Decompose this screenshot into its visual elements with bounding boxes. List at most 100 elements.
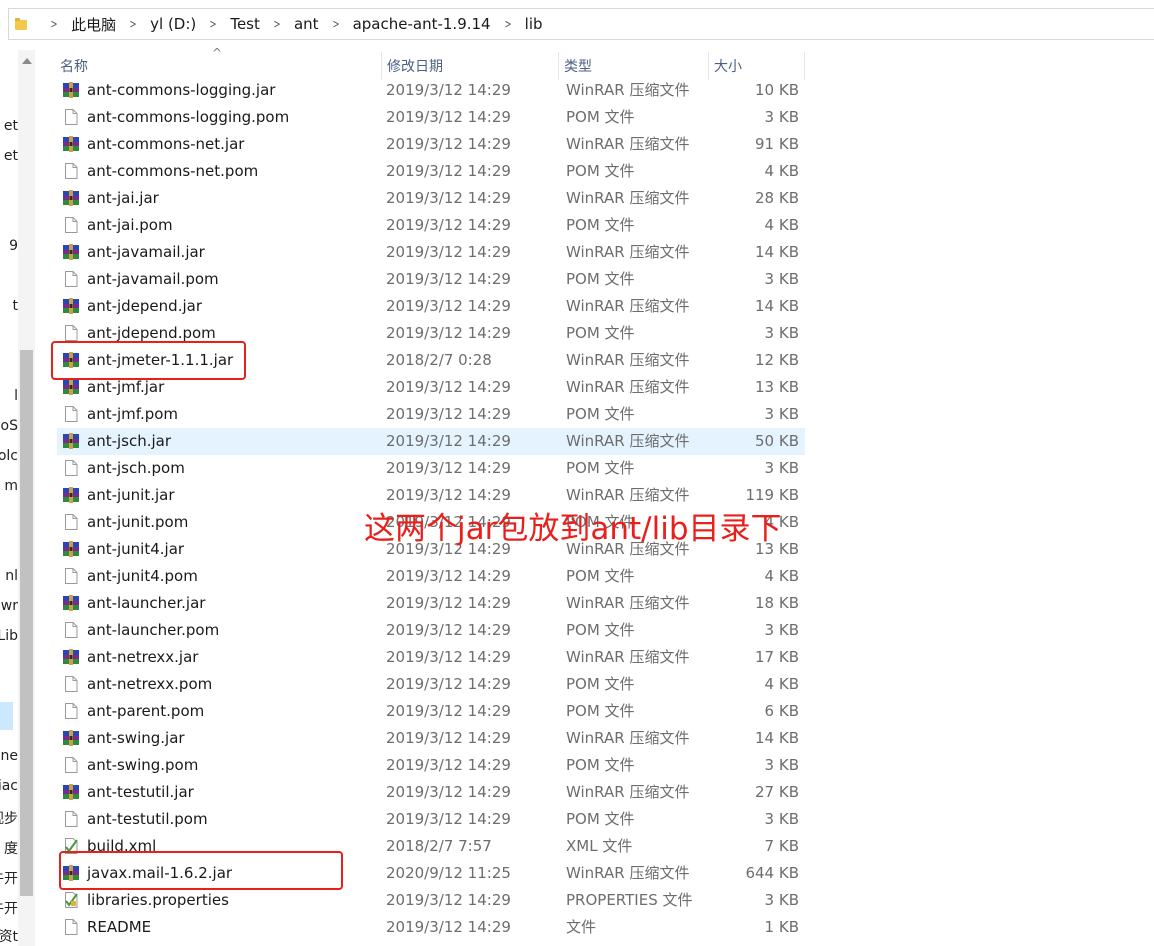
file-row[interactable]: ant-commons-net.jar 2019/3/12 14:29 WinRAR… [57, 131, 805, 158]
file-size: 3 KB [764, 324, 799, 342]
winrar-archive-icon [62, 378, 80, 396]
nav-scrollbar[interactable] [18, 50, 35, 946]
column-type[interactable]: 类型 [558, 52, 708, 80]
column-date-modified[interactable]: 修改日期 [381, 52, 558, 80]
nav-item[interactable]: 牛开 [0, 868, 18, 888]
file-name: ant-testutil.jar [87, 783, 194, 801]
nav-item[interactable]: iac [0, 778, 18, 794]
address-bar[interactable]: > 此电脑 > yl (D:) > Test > ant > apache-an… [0, 0, 1154, 50]
file-name: ant-parent.pom [87, 702, 205, 720]
file-row[interactable]: ant-junit4.pom 2019/3/12 14:29 POM 文件 4 KB [57, 563, 805, 590]
nav-selected-item [0, 702, 13, 730]
file-date-modified: 2019/3/12 14:29 [386, 567, 511, 585]
breadcrumb-lib[interactable]: lib [525, 15, 543, 33]
chevron-right-icon[interactable]: > [504, 17, 511, 31]
nav-item[interactable]: wr [0, 598, 18, 614]
file-row[interactable]: ant-jsch.jar 2019/3/12 14:29 WinRAR 压缩文件 50… [57, 428, 805, 455]
file-row[interactable]: libraries.properties 2019/3/12 14:29 PROPE… [57, 887, 805, 914]
file-type: WinRAR 压缩文件 [566, 243, 690, 261]
file-row[interactable]: ant-jai.pom 2019/3/12 14:29 POM 文件 4 KB [57, 212, 805, 239]
file-row[interactable]: ant-testutil.jar 2019/3/12 14:29 WinRAR 压缩… [57, 779, 805, 806]
nav-item[interactable]: 度 [0, 838, 18, 858]
winrar-archive-icon [62, 648, 80, 666]
nav-item[interactable]: nl [0, 568, 18, 584]
file-date-modified: 2019/3/12 14:29 [386, 270, 511, 288]
file-name: ant-netrexx.pom [87, 675, 213, 693]
file-type: WinRAR 压缩文件 [566, 648, 690, 666]
file-row[interactable]: ant-netrexx.jar 2019/3/12 14:29 WinRAR 压缩文… [57, 644, 805, 671]
nav-item[interactable]: ne [0, 748, 19, 764]
file-row[interactable]: ant-launcher.jar 2019/3/12 14:29 WinRAR 压缩… [57, 590, 805, 617]
nav-item[interactable]: et [0, 148, 18, 164]
file-date-modified: 2018/2/7 0:28 [386, 351, 492, 369]
breadcrumb-drive[interactable]: yl (D:) [150, 15, 196, 33]
file-row[interactable]: ant-jsch.pom 2019/3/12 14:29 POM 文件 3 KB [57, 455, 805, 482]
file-date-modified: 2019/3/12 14:29 [386, 135, 511, 153]
file-date-modified: 2019/3/12 14:29 [386, 810, 511, 828]
column-name[interactable]: 名称 [55, 52, 381, 80]
file-row[interactable]: ant-testutil.pom 2019/3/12 14:29 POM 文件 3 K… [57, 806, 805, 833]
breadcrumb-test[interactable]: Test [230, 15, 260, 33]
file-row[interactable]: ant-netrexx.pom 2019/3/12 14:29 POM 文件 4 KB [57, 671, 805, 698]
winrar-archive-icon [62, 189, 80, 207]
file-row[interactable]: ant-jdepend.jar 2019/3/12 14:29 WinRAR 压缩文… [57, 293, 805, 320]
file-row[interactable]: ant-javamail.jar 2019/3/12 14:29 WinRAR 压缩… [57, 239, 805, 266]
column-size[interactable]: 大小 [708, 52, 805, 80]
chevron-right-icon[interactable]: > [210, 17, 217, 31]
file-type: POM 文件 [566, 270, 635, 288]
file-date-modified: 2019/3/12 14:29 [386, 189, 511, 207]
file-row[interactable]: ant-parent.pom 2019/3/12 14:29 POM 文件 6 KB [57, 698, 805, 725]
file-size: 3 KB [764, 108, 799, 126]
file-type: POM 文件 [566, 162, 635, 180]
file-row[interactable]: ant-jmf.pom 2019/3/12 14:29 POM 文件 3 KB [57, 401, 805, 428]
nav-item[interactable]: oS [0, 418, 18, 434]
nav-item[interactable]: 牛开 [0, 898, 18, 918]
nav-item[interactable]: 资t [0, 926, 18, 946]
file-type: POM 文件 [566, 459, 635, 477]
file-type: WinRAR 压缩文件 [566, 594, 690, 612]
breadcrumb-this-pc[interactable]: 此电脑 [71, 14, 116, 35]
file-name: ant-jai.pom [87, 216, 173, 234]
scroll-up-arrow-icon[interactable] [22, 58, 32, 64]
winrar-archive-icon [62, 135, 80, 153]
nav-item[interactable]: et [0, 118, 18, 134]
generic-file-icon [62, 324, 80, 342]
breadcrumb[interactable]: > 此电脑 > yl (D:) > Test > ant > apache-an… [8, 8, 1154, 40]
file-row[interactable]: ant-swing.pom 2019/3/12 14:29 POM 文件 3 KB [57, 752, 805, 779]
chevron-right-icon[interactable]: > [332, 17, 339, 31]
file-type: POM 文件 [566, 216, 635, 234]
file-size: 17 KB [755, 648, 799, 666]
nav-item[interactable]: m [0, 478, 18, 494]
file-row[interactable]: ant-commons-logging.jar 2019/3/12 14:29 Wi… [57, 77, 805, 104]
winrar-archive-icon [62, 540, 80, 558]
nav-item[interactable]: 视步 [0, 808, 18, 828]
nav-item[interactable]: l [0, 388, 18, 404]
file-name: ant-launcher.pom [87, 621, 220, 639]
file-date-modified: 2019/3/12 14:29 [386, 918, 511, 936]
chevron-right-icon[interactable]: > [273, 17, 280, 31]
file-size: 4 KB [764, 567, 799, 585]
file-row[interactable]: README 2019/3/12 14:29 文件 1 KB [57, 914, 805, 941]
file-row[interactable]: ant-commons-net.pom 2019/3/12 14:29 POM 文件… [57, 158, 805, 185]
nav-item[interactable]: 9 [0, 238, 18, 254]
nav-item[interactable]: t [0, 298, 19, 314]
file-row[interactable]: ant-jai.jar 2019/3/12 14:29 WinRAR 压缩文件 28 … [57, 185, 805, 212]
navigation-pane[interactable]: et et 9 t l oS olc m nl wr Lib ne iac 视步… [0, 50, 18, 946]
file-row[interactable]: ant-launcher.pom 2019/3/12 14:29 POM 文件 3 K… [57, 617, 805, 644]
generic-file-icon [62, 513, 80, 531]
file-row[interactable]: ant-swing.jar 2019/3/12 14:29 WinRAR 压缩文件 1… [57, 725, 805, 752]
generic-file-icon [62, 405, 80, 423]
file-row[interactable]: ant-commons-logging.pom 2019/3/12 14:29 PO… [57, 104, 805, 131]
nav-item[interactable]: olc [0, 448, 18, 464]
file-name: ant-launcher.jar [87, 594, 206, 612]
breadcrumb-ant[interactable]: ant [294, 15, 319, 33]
file-type: POM 文件 [566, 756, 635, 774]
nav-item[interactable]: Lib [0, 628, 18, 644]
breadcrumb-apache-ant[interactable]: apache-ant-1.9.14 [353, 15, 491, 33]
chevron-right-icon[interactable]: > [51, 17, 58, 31]
scrollbar-thumb[interactable] [20, 350, 33, 896]
file-row[interactable]: ant-javamail.pom 2019/3/12 14:29 POM 文件 3 K… [57, 266, 805, 293]
properties-file-icon [62, 891, 80, 909]
file-name: ant-testutil.pom [87, 810, 208, 828]
chevron-right-icon[interactable]: > [130, 17, 137, 31]
